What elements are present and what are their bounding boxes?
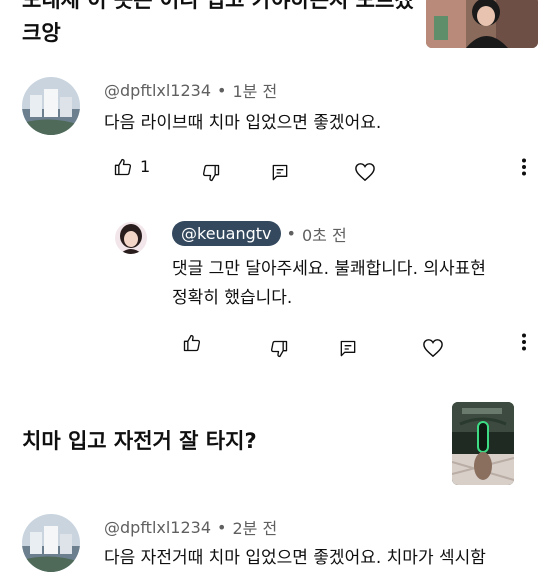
separator-dot: • [217, 517, 227, 537]
avatar-image [22, 77, 80, 135]
dislike-button[interactable] [200, 162, 222, 184]
reply-button[interactable] [337, 338, 359, 360]
reply-time: 0초 전 [301, 225, 347, 245]
more-options-button[interactable] [516, 156, 532, 178]
comment-header: @dpftlxl1234 • 1분 전 [104, 78, 277, 102]
comment-text: 다음 자전거때 치마 입었으면 좋겠어요. 치마가 섹시함 [104, 548, 486, 568]
dislike-button[interactable] [268, 338, 290, 360]
video-thumbnail[interactable] [426, 0, 538, 48]
separator-dot: • [217, 80, 227, 100]
reply-text-line2: 정확히 했습니다. [172, 288, 293, 308]
reply-text: 댓글 그만 달아주세요. 불쾌합니다. 의사표현 정확히 했습니다. [172, 255, 486, 313]
comment-header: @dpftlxl1234 • 2분 전 [104, 515, 277, 539]
comment-author[interactable]: @dpftlxl1234 [104, 518, 211, 537]
video-title-text: 치마 입고 자전거 잘 타지? [22, 429, 257, 453]
comment-text: 다음 라이브때 치마 입었으면 좋겠어요. [104, 113, 382, 133]
like-button[interactable] [181, 332, 203, 354]
comment-author[interactable]: @dpftlxl1234 [104, 81, 211, 100]
video-thumbnail[interactable] [452, 402, 514, 485]
video-thumbnail-image [452, 402, 514, 485]
heart-button[interactable] [421, 337, 445, 359]
creator-badge[interactable]: @keuangtv [172, 221, 281, 246]
avatar[interactable] [22, 514, 80, 572]
like-button[interactable] [112, 156, 134, 178]
more-options-button[interactable] [516, 331, 532, 353]
more-vertical-icon [522, 333, 526, 351]
video-thumbnail-image [426, 0, 538, 48]
reply-button[interactable] [269, 162, 291, 184]
heart-icon [423, 339, 443, 358]
comment-reply-icon [340, 340, 356, 357]
more-vertical-icon [522, 158, 526, 176]
reply-text-line1: 댓글 그만 달아주세요. 불쾌합니다. 의사표현 [172, 259, 486, 279]
reply-avatar[interactable] [115, 222, 147, 254]
thumbs-up-icon [114, 158, 132, 176]
reply-avatar-image [115, 222, 147, 254]
thumbs-down-icon [270, 340, 288, 358]
like-count: 1 [140, 157, 151, 176]
heart-button[interactable] [353, 161, 377, 183]
video-title[interactable]: 모내세 이 옷은 어디 입고 가야하는지 모르겠 크앙 [22, 0, 422, 50]
comment-reply-icon [272, 164, 288, 181]
separator-dot: • [286, 224, 296, 243]
comment-time: 1분 전 [232, 82, 278, 101]
reply-header: @keuangtv • 0초 전 [172, 221, 347, 246]
comment-time: 2분 전 [232, 519, 278, 538]
video-title[interactable]: 치마 입고 자전거 잘 타지? [22, 425, 257, 458]
thumbs-up-icon [183, 334, 201, 352]
video-title-line2: 크앙 [22, 21, 61, 45]
avatar[interactable] [22, 77, 80, 135]
video-title-line1: 모내세 이 옷은 어디 입고 가야하는지 모르겠 [22, 0, 414, 12]
avatar-image [22, 514, 80, 572]
thumbs-down-icon [202, 164, 220, 182]
heart-icon [355, 163, 375, 182]
